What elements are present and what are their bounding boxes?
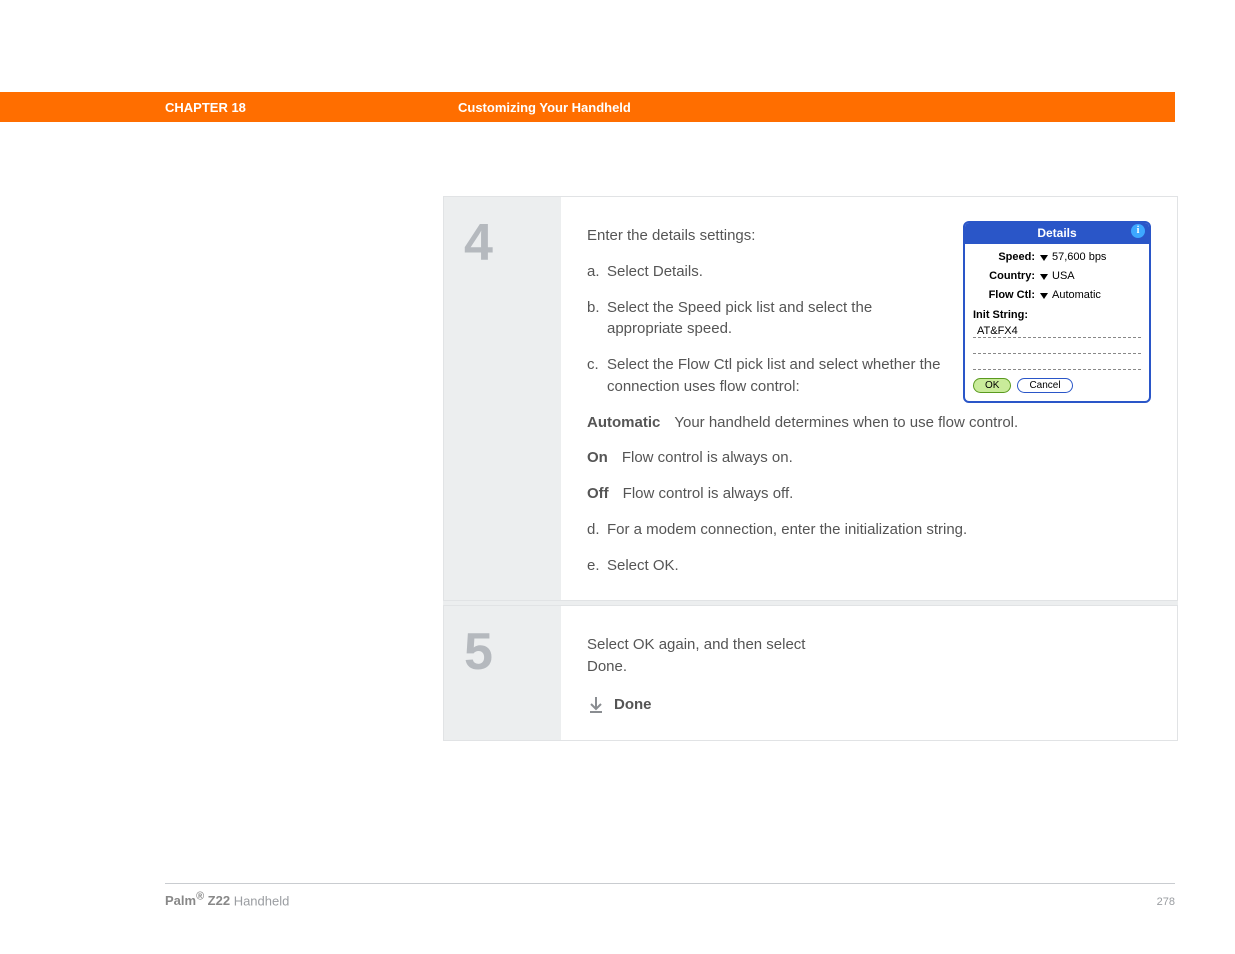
chapter-number: CHAPTER 18 — [165, 100, 458, 115]
speed-value: 57,600 bps — [1052, 250, 1106, 266]
done-indicator: Done — [587, 694, 1151, 716]
speed-row[interactable]: Speed: 57,600 bps — [973, 250, 1141, 266]
step-5: 5 Select OK again, and then select Done.… — [443, 605, 1178, 740]
substep-letter: a. — [587, 261, 607, 283]
init-string-label: Init String: — [973, 308, 1141, 324]
step-4: 4 Enter the details settings: a. Select … — [443, 196, 1178, 601]
chapter-header-bar: CHAPTER 18 Customizing Your Handheld — [0, 92, 1175, 122]
def-term-on: On — [587, 447, 608, 469]
substep-text: Select the Speed pick list and select th… — [607, 297, 943, 341]
def-term-automatic: Automatic — [587, 412, 660, 434]
page-number: 278 — [1157, 896, 1175, 908]
cancel-button[interactable]: Cancel — [1017, 378, 1072, 393]
step5-text: Select OK again, and then select Done. — [587, 634, 847, 678]
flowctl-value: Automatic — [1052, 288, 1101, 304]
def-term-off: Off — [587, 483, 609, 505]
info-icon[interactable]: i — [1131, 224, 1145, 238]
page-footer: Palm® Z22 Handheld 278 — [165, 891, 1175, 908]
substep-text: Select OK. — [607, 555, 1151, 577]
country-value: USA — [1052, 269, 1075, 285]
dropdown-icon — [1040, 274, 1048, 280]
speed-label: Speed: — [973, 250, 1035, 266]
footer-rule — [165, 883, 1175, 884]
dialog-titlebar: Details i — [965, 223, 1149, 244]
step-number: 5 — [464, 622, 561, 682]
init-string-input[interactable] — [973, 356, 1141, 370]
step-number: 4 — [464, 213, 561, 273]
init-string-input[interactable] — [973, 340, 1141, 354]
flowctl-label: Flow Ctl: — [973, 288, 1035, 304]
substep-text: For a modem connection, enter the initia… — [607, 519, 1151, 541]
substep-text: Select the Flow Ctl pick list and select… — [607, 354, 943, 398]
substep-letter: d. — [587, 519, 607, 541]
country-label: Country: — [973, 269, 1035, 285]
def-desc: Flow control is always off. — [623, 483, 794, 505]
done-label: Done — [614, 694, 652, 716]
chapter-title: Customizing Your Handheld — [458, 100, 631, 115]
dropdown-icon — [1040, 293, 1048, 299]
step-intro: Enter the details settings: — [587, 225, 943, 247]
step-number-column: 4 — [444, 197, 561, 600]
step-number-column: 5 — [444, 606, 561, 739]
def-desc: Your handheld determines when to use flo… — [674, 412, 1018, 434]
ok-button[interactable]: OK — [973, 378, 1011, 393]
dialog-title: Details — [1037, 226, 1076, 240]
details-dialog: Details i Speed: 57,600 bps Country: USA — [963, 221, 1151, 403]
def-desc: Flow control is always on. — [622, 447, 793, 469]
dropdown-icon — [1040, 255, 1048, 261]
step-body: Enter the details settings: a. Select De… — [561, 197, 1177, 600]
substep-text: Select Details. — [607, 261, 943, 283]
done-arrow-icon — [587, 696, 605, 714]
substep-letter: e. — [587, 555, 607, 577]
substep-letter: c. — [587, 354, 607, 398]
country-row[interactable]: Country: USA — [973, 269, 1141, 285]
flowctl-row[interactable]: Flow Ctl: Automatic — [973, 288, 1141, 304]
substep-letter: b. — [587, 297, 607, 341]
init-string-input[interactable]: AT&FX4 — [973, 324, 1141, 338]
product-name: Palm® Z22 Handheld — [165, 891, 289, 908]
step-body: Select OK again, and then select Done. D… — [561, 606, 1177, 739]
content-area: 4 Enter the details settings: a. Select … — [443, 196, 1178, 741]
